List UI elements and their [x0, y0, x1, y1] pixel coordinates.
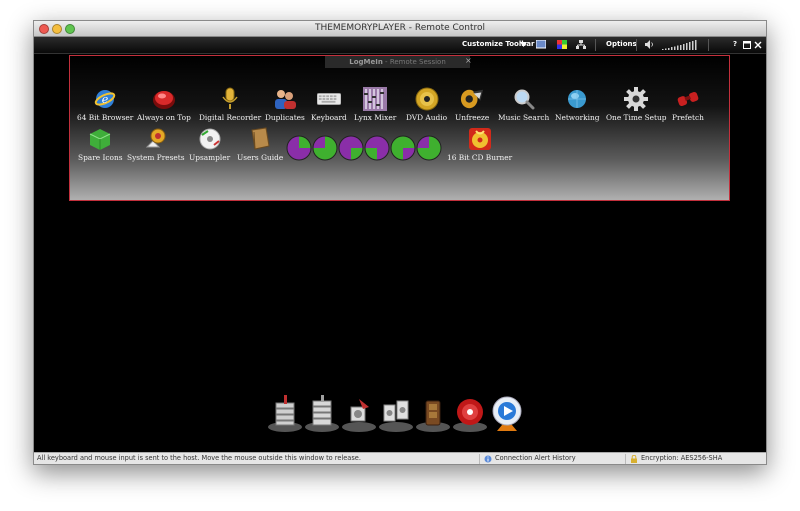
dock — [267, 393, 532, 433]
remote-control-window: THEMEMORYPLAYER - Remote Control Customi… — [33, 20, 767, 465]
app-label: Digital Recorder — [199, 113, 262, 122]
app-system-presets[interactable]: System Presets — [127, 127, 185, 162]
spare-orb-icon — [286, 135, 312, 161]
app-label: DVD Audio — [406, 113, 448, 122]
remote-session-frame[interactable]: LogMeIn - Remote Session × e 64 Bit Brow… — [69, 55, 730, 201]
title-bar[interactable]: THEMEMORYPLAYER - Remote Control — [34, 21, 766, 37]
presets-icon — [144, 127, 168, 151]
app-lynx-mixer[interactable]: Lynx Mixer — [354, 87, 396, 122]
binoculars-icon — [676, 87, 700, 111]
toolbar-divider — [636, 39, 637, 51]
app-music-search[interactable]: Music Search — [498, 87, 549, 122]
help-button[interactable]: ? — [733, 40, 737, 48]
options-button[interactable]: Options — [606, 40, 637, 48]
cd-burner-icon — [468, 127, 492, 151]
remote-toolbar: Customize Toolbar Options ? — [34, 37, 766, 54]
app-label: Always on Top — [137, 113, 191, 122]
dock-disc-icon[interactable] — [452, 393, 488, 433]
upsampler-icon — [198, 127, 222, 151]
status-divider — [479, 454, 480, 464]
status-message: All keyboard and mouse input is sent to … — [37, 454, 361, 462]
app-unfreeze[interactable]: Unfreeze — [455, 87, 489, 122]
app-label: Keyboard — [311, 113, 347, 122]
app-networking[interactable]: Networking — [555, 87, 599, 122]
window-title: THEMEMORYPLAYER - Remote Control — [314, 23, 486, 33]
spare-orb-icon — [390, 135, 416, 161]
app-label: Unfreeze — [455, 113, 490, 122]
dock-speaker-icon[interactable] — [341, 393, 377, 433]
red-button-icon — [152, 87, 176, 111]
status-divider — [625, 454, 626, 464]
app-64-bit-browser[interactable]: e 64 Bit Browser — [77, 87, 133, 122]
spare-orb-icon — [312, 135, 338, 161]
volume-slider[interactable] — [662, 40, 698, 50]
dock-stack-2-icon[interactable] — [304, 393, 340, 433]
app-one-time-setup[interactable]: One Time Setup — [606, 87, 666, 122]
toolbar-divider — [708, 39, 709, 51]
close-icon[interactable] — [754, 41, 762, 49]
book-icon — [248, 127, 272, 151]
app-label: 64 Bit Browser — [77, 113, 134, 122]
dvd-icon — [415, 87, 439, 111]
app-duplicates[interactable]: Duplicates — [265, 87, 305, 122]
spare-orb-icon — [338, 135, 364, 161]
app-label: Upsampler — [189, 153, 231, 162]
unfreeze-icon — [460, 87, 484, 111]
browser-icon: e — [93, 87, 117, 111]
gear-icon — [624, 87, 649, 111]
app-label: 16 Bit CD Burner — [447, 153, 513, 162]
status-bar: All keyboard and mouse input is sent to … — [34, 452, 766, 464]
app-label: Users Guide — [237, 153, 284, 162]
mixer-icon — [363, 87, 388, 111]
lock-icon — [631, 455, 637, 463]
banner-close-icon[interactable]: × — [465, 56, 472, 66]
app-label: Duplicates — [265, 113, 305, 122]
spare-orb-icon — [364, 135, 390, 161]
app-upsampler[interactable]: Upsampler — [189, 127, 230, 162]
app-dvd-audio[interactable]: DVD Audio — [406, 87, 447, 122]
people-icon — [273, 87, 297, 111]
app-users-guide[interactable]: Users Guide — [237, 127, 283, 162]
app-always-on-top[interactable]: Always on Top — [137, 87, 191, 122]
encryption-status: Encryption: AES256-SHA — [641, 454, 723, 462]
microphone-icon — [218, 87, 242, 111]
connection-alert-history-link[interactable]: Connection Alert History — [495, 454, 576, 462]
logmein-brand: LogMeIn — [349, 58, 383, 66]
app-label: Prefetch — [672, 113, 704, 122]
speaker-icon[interactable] — [645, 40, 655, 49]
app-label: Music Search — [498, 113, 550, 122]
app-label: Lynx Mixer — [354, 113, 397, 122]
dock-stack-1-icon[interactable] — [267, 393, 303, 433]
fullscreen-icon[interactable] — [743, 41, 751, 49]
color-quality-icon[interactable] — [557, 40, 567, 49]
green-cube-icon — [88, 127, 112, 151]
magnifier-icon — [512, 87, 536, 111]
network-icon[interactable] — [576, 40, 586, 49]
app-16-bit-cd-burner[interactable]: 16 Bit CD Burner — [447, 127, 512, 162]
dock-player-icon[interactable] — [489, 393, 525, 433]
app-label: System Presets — [127, 153, 185, 162]
keyboard-icon — [316, 87, 341, 111]
info-icon — [484, 455, 492, 463]
app-label: Spare Icons — [78, 153, 123, 162]
chevron-down-icon[interactable] — [520, 42, 527, 47]
screen-view-icon[interactable] — [536, 40, 546, 49]
app-label: One Time Setup — [606, 113, 667, 122]
toolbar-divider — [595, 39, 596, 51]
app-spare-icons[interactable]: Spare Icons — [78, 127, 123, 162]
app-label: Networking — [555, 113, 600, 122]
app-keyboard[interactable]: Keyboard — [311, 87, 347, 122]
logmein-banner[interactable]: LogMeIn - Remote Session — [325, 56, 470, 68]
spare-orb-icon — [416, 135, 442, 161]
dock-speakers-icon[interactable] — [378, 393, 414, 433]
dock-cabinet-icon[interactable] — [415, 393, 451, 433]
svg-text:e: e — [102, 93, 109, 106]
app-digital-recorder[interactable]: Digital Recorder — [199, 87, 261, 122]
globe-icon — [565, 87, 589, 111]
app-prefetch[interactable]: Prefetch — [672, 87, 704, 122]
remote-session-text: Remote Session — [389, 58, 446, 66]
